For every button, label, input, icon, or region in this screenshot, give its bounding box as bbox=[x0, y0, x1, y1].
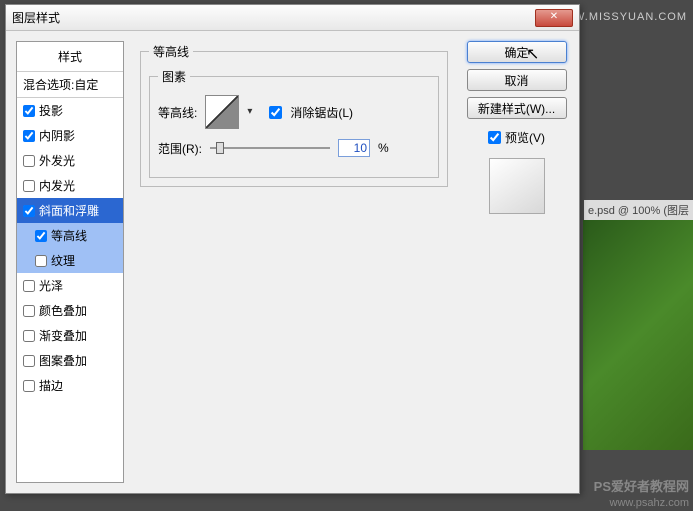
elements-group: 图素 等高线: 消除锯齿(L) 范围(R): % bbox=[149, 68, 439, 178]
sidebar-item-1[interactable]: 投影 bbox=[17, 98, 123, 123]
sidebar-checkbox-1[interactable] bbox=[23, 105, 35, 117]
sidebar-label-3: 外发光 bbox=[39, 152, 75, 169]
sidebar-checkbox-2[interactable] bbox=[23, 130, 35, 142]
sidebar-item-12[interactable]: 描边 bbox=[17, 373, 123, 398]
cancel-button[interactable]: 取消 bbox=[467, 69, 567, 91]
button-column: 确定 取消 新建样式(W)... 预览(V) bbox=[464, 41, 569, 483]
sidebar-label-9: 颜色叠加 bbox=[39, 302, 87, 319]
group-legend: 等高线 bbox=[149, 43, 193, 60]
sidebar-item-5[interactable]: 斜面和浮雕 bbox=[17, 198, 123, 223]
sidebar-item-4[interactable]: 内发光 bbox=[17, 173, 123, 198]
sidebar-item-10[interactable]: 渐变叠加 bbox=[17, 323, 123, 348]
sidebar-label-8: 光泽 bbox=[39, 277, 63, 294]
range-unit: % bbox=[378, 141, 389, 155]
sidebar-checkbox-4[interactable] bbox=[23, 180, 35, 192]
new-style-button[interactable]: 新建样式(W)... bbox=[467, 97, 567, 119]
sidebar-label-6: 等高线 bbox=[51, 227, 87, 244]
subgroup-legend: 图素 bbox=[158, 68, 190, 85]
sidebar-label-4: 内发光 bbox=[39, 177, 75, 194]
sidebar-checkbox-6[interactable] bbox=[35, 230, 47, 242]
sidebar-label-11: 图案叠加 bbox=[39, 352, 87, 369]
layer-style-dialog: 图层样式 ✕ 样式 混合选项:自定投影内阴影外发光内发光斜面和浮雕等高线纹理光泽… bbox=[5, 4, 580, 494]
sidebar-checkbox-12[interactable] bbox=[23, 380, 35, 392]
sidebar-checkbox-3[interactable] bbox=[23, 155, 35, 167]
range-label: 范围(R): bbox=[158, 140, 202, 157]
content-panel: 等高线 图素 等高线: 消除锯齿(L) 范围(R): % bbox=[134, 41, 454, 483]
preview-checkbox[interactable] bbox=[488, 131, 501, 144]
sidebar-checkbox-7[interactable] bbox=[35, 255, 47, 267]
sidebar-checkbox-5[interactable] bbox=[23, 205, 35, 217]
contour-picker[interactable] bbox=[205, 95, 239, 129]
range-slider[interactable] bbox=[210, 147, 330, 149]
sidebar-label-0: 混合选项:自定 bbox=[23, 76, 98, 93]
sidebar-item-9[interactable]: 颜色叠加 bbox=[17, 298, 123, 323]
slider-thumb[interactable] bbox=[216, 142, 224, 154]
preview-label[interactable]: 预览(V) bbox=[505, 129, 545, 146]
sidebar-checkbox-10[interactable] bbox=[23, 330, 35, 342]
sidebar-label-1: 投影 bbox=[39, 102, 63, 119]
watermark-title: PS爱好者教程网 bbox=[594, 476, 689, 495]
preview-swatch bbox=[489, 158, 545, 214]
sidebar-item-7[interactable]: 纹理 bbox=[17, 248, 123, 273]
sidebar-item-6[interactable]: 等高线 bbox=[17, 223, 123, 248]
sidebar-label-7: 纹理 bbox=[51, 252, 75, 269]
sidebar-item-8[interactable]: 光泽 bbox=[17, 273, 123, 298]
sidebar-label-10: 渐变叠加 bbox=[39, 327, 87, 344]
contour-label: 等高线: bbox=[158, 104, 197, 121]
dialog-title: 图层样式 bbox=[12, 9, 60, 26]
sidebar-checkbox-8[interactable] bbox=[23, 280, 35, 292]
document-tab[interactable]: e.psd @ 100% (图层 bbox=[584, 200, 693, 220]
ok-button[interactable]: 确定 bbox=[467, 41, 567, 63]
close-button[interactable]: ✕ bbox=[535, 9, 573, 27]
antialias-checkbox[interactable] bbox=[269, 106, 282, 119]
styles-sidebar: 样式 混合选项:自定投影内阴影外发光内发光斜面和浮雕等高线纹理光泽颜色叠加渐变叠… bbox=[16, 41, 124, 483]
contour-group: 等高线 图素 等高线: 消除锯齿(L) 范围(R): % bbox=[140, 43, 448, 187]
sidebar-item-11[interactable]: 图案叠加 bbox=[17, 348, 123, 373]
titlebar[interactable]: 图层样式 ✕ bbox=[6, 5, 579, 31]
watermark-url: www.psahz.com bbox=[610, 497, 689, 509]
sidebar-checkbox-9[interactable] bbox=[23, 305, 35, 317]
background-image bbox=[583, 220, 693, 450]
sidebar-item-0[interactable]: 混合选项:自定 bbox=[17, 72, 123, 98]
sidebar-header[interactable]: 样式 bbox=[17, 42, 123, 72]
range-input[interactable] bbox=[338, 139, 370, 157]
sidebar-label-2: 内阴影 bbox=[39, 127, 75, 144]
sidebar-checkbox-11[interactable] bbox=[23, 355, 35, 367]
sidebar-label-5: 斜面和浮雕 bbox=[39, 202, 99, 219]
antialias-label[interactable]: 消除锯齿(L) bbox=[290, 104, 353, 121]
sidebar-item-3[interactable]: 外发光 bbox=[17, 148, 123, 173]
sidebar-label-12: 描边 bbox=[39, 377, 63, 394]
sidebar-item-2[interactable]: 内阴影 bbox=[17, 123, 123, 148]
